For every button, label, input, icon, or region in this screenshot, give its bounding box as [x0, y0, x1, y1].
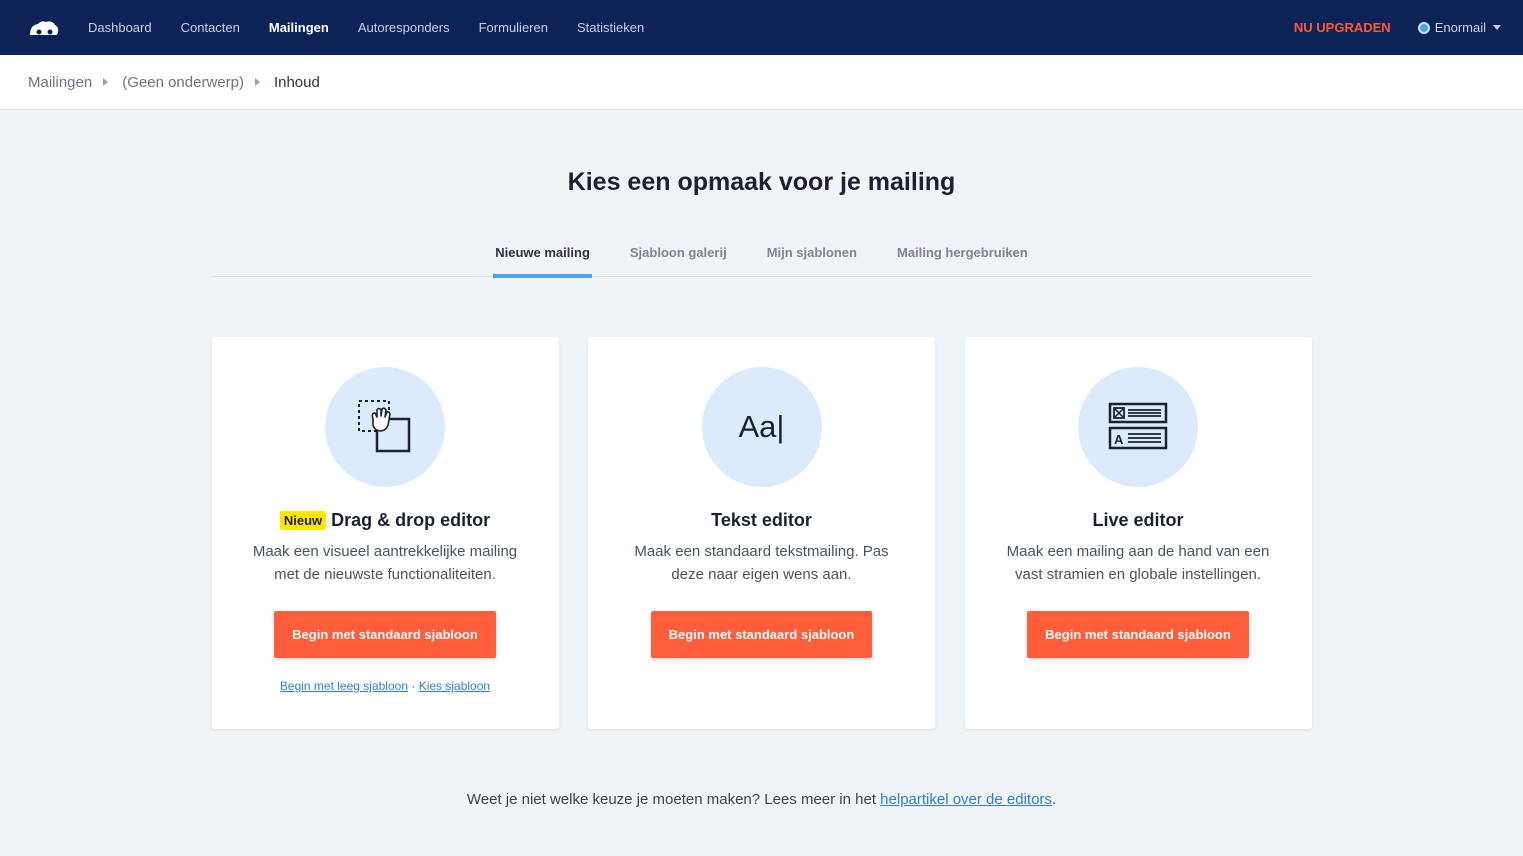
begin-standard-template-button[interactable]: Begin met standaard sjabloon	[274, 611, 496, 658]
choose-template-link[interactable]: Kies sjabloon	[419, 679, 490, 693]
page-title: Kies een opmaak voor je mailing	[567, 168, 956, 196]
main-nav: Dashboard Contacten Mailingen Autorespon…	[88, 20, 673, 35]
begin-empty-template-link[interactable]: Begin met leeg sjabloon	[280, 679, 408, 693]
nav-item-formulieren[interactable]: Formulieren	[479, 20, 548, 35]
breadcrumb-separator-icon	[103, 78, 109, 86]
help-article-link[interactable]: helpartikel over de editors	[880, 791, 1052, 808]
breadcrumb-separator-icon	[254, 78, 260, 86]
top-navigation-bar: Dashboard Contacten Mailingen Autorespon…	[0, 0, 1523, 55]
breadcrumb-item-mailingen[interactable]: Mailingen	[28, 74, 92, 91]
text-editor-icon: Aa|	[701, 367, 822, 487]
tab-nieuwe-mailing[interactable]: Nieuwe mailing	[493, 238, 592, 278]
breadcrumb: Mailingen (Geen onderwerp) Inhoud	[0, 55, 1523, 110]
live-editor-icon: A	[1078, 367, 1198, 487]
account-name: Enormail	[1434, 20, 1486, 35]
card-text-editor: Aa| Tekst editor Maak een standaard teks…	[588, 337, 935, 729]
topbar-right: NU UPGRADEN Enormail	[1294, 20, 1501, 35]
help-text-suffix: .	[1051, 791, 1057, 808]
editor-options: Nieuw Drag & drop editor Maak een visuee…	[211, 337, 1312, 729]
nav-item-mailingen[interactable]: Mailingen	[269, 20, 329, 35]
chevron-down-icon	[1493, 25, 1501, 30]
text-editor-glyph: Aa|	[738, 409, 785, 444]
tab-sjabloon-galerij[interactable]: Sjabloon galerij	[629, 238, 728, 277]
card-title: Nieuw Drag & drop editor	[279, 510, 491, 531]
card-description: Maak een visueel aantrekkelijke mailing …	[252, 543, 518, 583]
card-title: Tekst editor	[711, 510, 812, 531]
help-text-body: Weet je niet welke keuze je moeten maken…	[466, 791, 881, 808]
drag-drop-icon	[325, 367, 445, 487]
breadcrumb-item-current: Inhoud	[273, 73, 320, 91]
new-badge: Nieuw	[279, 511, 327, 530]
card-title-text: Drag & drop editor	[331, 510, 491, 530]
upgrade-link[interactable]: NU UPGRADEN	[1294, 20, 1391, 35]
tab-mijn-sjablonen[interactable]: Mijn sjablonen	[766, 238, 858, 277]
account-menu[interactable]: Enormail	[1417, 20, 1501, 35]
nav-item-dashboard[interactable]: Dashboard	[88, 20, 152, 35]
svg-text:A: A	[1114, 432, 1124, 447]
card-drag-drop-editor: Nieuw Drag & drop editor Maak een visuee…	[211, 337, 559, 729]
breadcrumb-item-subject[interactable]: (Geen onderwerp)	[122, 74, 244, 91]
card-title-text: Tekst editor	[711, 510, 812, 530]
enormail-logo-icon[interactable]	[28, 18, 60, 38]
card-links: Begin met leeg sjabloon · Kies sjabloon	[280, 679, 490, 693]
begin-standard-template-button[interactable]: Begin met standaard sjabloon	[650, 611, 873, 658]
editor-tabs: Nieuwe mailing Sjabloon galerij Mijn sja…	[211, 238, 1312, 278]
card-live-editor: A Live editor Maak een mailing aan de ha…	[964, 337, 1312, 729]
card-description: Maak een standaard tekstmailing. Pas dez…	[634, 543, 889, 583]
help-text: Weet je niet welke keuze je moeten maken…	[0, 791, 1523, 808]
begin-standard-template-button[interactable]: Begin met standaard sjabloon	[1027, 611, 1249, 658]
account-status-icon	[1417, 21, 1430, 34]
nav-item-autoresponders[interactable]: Autoresponders	[358, 20, 450, 35]
nav-item-contacten[interactable]: Contacten	[181, 20, 240, 35]
card-title: Live editor	[1092, 510, 1183, 531]
nav-item-statistieken[interactable]: Statistieken	[577, 20, 644, 35]
card-description: Maak een mailing aan de hand van een vas…	[1006, 543, 1270, 583]
tab-mailing-hergebruiken[interactable]: Mailing hergebruiken	[896, 238, 1029, 277]
link-separator: ·	[411, 679, 416, 693]
card-title-text: Live editor	[1092, 510, 1184, 530]
